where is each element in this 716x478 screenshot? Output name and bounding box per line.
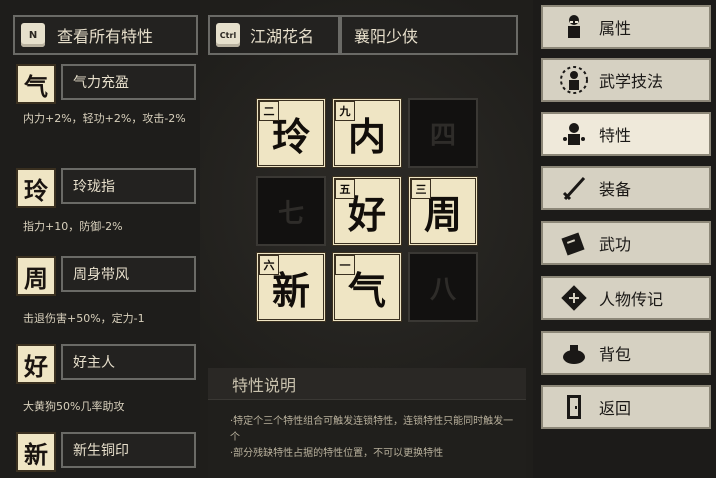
trait-name: 气力充盈 xyxy=(61,64,196,100)
trait-name: 玲珑指 xyxy=(61,168,196,204)
slot-rank-badge: 九 xyxy=(335,101,355,121)
menu-item-label: 人物传记 xyxy=(599,290,664,309)
menu-item-label: 属性 xyxy=(599,19,632,38)
trait-slot[interactable]: 气一 xyxy=(332,252,402,322)
view-all-traits-button[interactable]: N 查看所有特性 xyxy=(13,15,198,55)
nickname-tab-label: 江湖花名 xyxy=(250,27,315,46)
nickname-tab-button[interactable]: Ctrl 江湖花名 xyxy=(208,15,340,55)
trait-explanation-box: 特性说明 ·特定个三个特性组合可触发连锁特性，连锁特性只能同时触发一个 ·部分残… xyxy=(208,368,526,478)
trait-explanation-text: ·特定个三个特性组合可触发连锁特性，连锁特性只能同时触发一个 ·部分残缺特性占据… xyxy=(230,414,520,462)
trait-name: 好主人 xyxy=(61,344,196,380)
trait-explanation-title: 特性说明 xyxy=(208,368,526,400)
character-menu: 属性 武学技法 特性 装备 武功 人物传记 背包 返回 xyxy=(533,0,716,478)
biography-icon xyxy=(557,281,591,315)
trait-icon: 好 xyxy=(16,344,56,384)
menu-item-traits[interactable]: 特性 xyxy=(541,112,711,156)
trait-slot[interactable]: 周三 xyxy=(408,176,478,246)
trait-figure-icon xyxy=(557,117,591,151)
slot-rank-badge: 五 xyxy=(335,179,355,199)
bag-icon xyxy=(557,336,591,370)
trait-slot[interactable]: 玲二 xyxy=(256,98,326,168)
trait-description: 击退伤害+50%，定力-1 xyxy=(23,312,145,325)
slot-rank-badge: 二 xyxy=(259,101,279,121)
hotkey-ctrl: Ctrl xyxy=(216,23,240,47)
menu-item-biography[interactable]: 人物传记 xyxy=(541,276,711,320)
menu-item-back[interactable]: 返回 xyxy=(541,385,711,429)
trait-slot-empty[interactable]: 四 xyxy=(408,98,478,168)
trait-icon: 玲 xyxy=(16,168,56,208)
explanation-line: ·部分残缺特性占据的特性位置，不可以更换特性 xyxy=(230,448,444,459)
slot-rank-badge: 六 xyxy=(259,255,279,275)
menu-item-label: 装备 xyxy=(599,180,632,199)
trait-list-panel: N 查看所有特性 气 气力充盈 内力+2%，轻功+2%，攻击-2% 玲 玲珑指 … xyxy=(0,0,200,478)
figure-icon xyxy=(557,10,591,44)
trait-slot-empty[interactable]: 七 xyxy=(256,176,326,246)
door-icon xyxy=(557,390,591,424)
nickname-value: 襄阳少侠 xyxy=(354,27,419,46)
trait-slot[interactable]: 好五 xyxy=(332,176,402,246)
trait-name: 周身带风 xyxy=(61,256,196,292)
menu-item-martial-arts[interactable]: 武功 xyxy=(541,221,711,265)
trait-description: 指力+10，防御-2% xyxy=(23,220,123,233)
trait-slot-empty[interactable]: 八 xyxy=(408,252,478,322)
trait-icon: 新 xyxy=(16,432,56,472)
slot-rank-badge: 三 xyxy=(411,179,431,199)
trait-description: 大黄狗50%几率助攻 xyxy=(23,400,125,413)
view-all-traits-label: 查看所有特性 xyxy=(57,27,154,46)
trait-icon: 周 xyxy=(16,256,56,296)
trait-slot[interactable]: 新六 xyxy=(256,252,326,322)
slot-rank-badge: 一 xyxy=(335,255,355,275)
menu-item-label: 武学技法 xyxy=(599,72,664,91)
menu-item-label: 返回 xyxy=(599,399,632,418)
menu-item-inventory[interactable]: 背包 xyxy=(541,331,711,375)
menu-item-label: 背包 xyxy=(599,345,632,364)
nickname-value-box: 襄阳少侠 xyxy=(340,15,518,55)
explanation-line: ·特定个三个特性组合可触发连锁特性，连锁特性只能同时触发一个 xyxy=(230,416,514,443)
menu-item-martial-skills[interactable]: 武学技法 xyxy=(541,58,711,102)
trait-description: 内力+2%，轻功+2%，攻击-2% xyxy=(23,112,186,125)
trait-slot[interactable]: 内九 xyxy=(332,98,402,168)
sword-icon xyxy=(557,171,591,205)
menu-item-label: 特性 xyxy=(599,126,632,145)
trait-grid-panel: Ctrl 江湖花名 襄阳少侠 玲二 内九 四 七 好五 周三 新六 气一 八 特… xyxy=(200,0,535,478)
trait-icon: 气 xyxy=(16,64,56,104)
martial-book-icon xyxy=(557,226,591,260)
menu-item-equipment[interactable]: 装备 xyxy=(541,166,711,210)
skill-figure-icon xyxy=(557,63,591,97)
hotkey-n: N xyxy=(21,23,45,47)
menu-item-attributes[interactable]: 属性 xyxy=(541,5,711,49)
trait-name: 新生铜印 xyxy=(61,432,196,468)
menu-item-label: 武功 xyxy=(599,235,632,254)
